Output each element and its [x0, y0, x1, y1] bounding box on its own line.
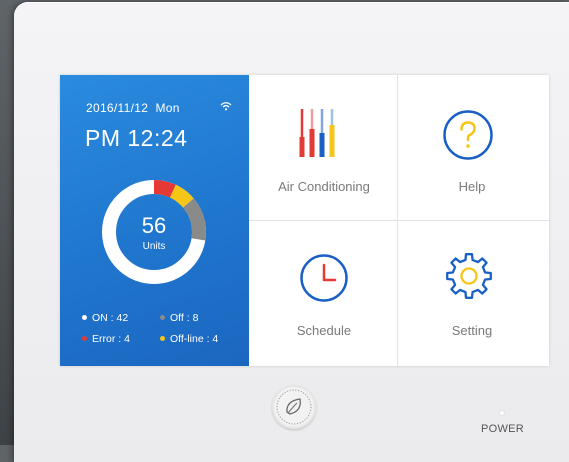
legend-dot-offline	[160, 336, 165, 341]
units-label: Units	[142, 241, 166, 252]
schedule-label: Schedule	[296, 323, 352, 338]
clock-icon	[300, 254, 348, 302]
weekday-text: Mon	[155, 101, 180, 115]
air-conditioning-icon	[299, 109, 335, 157]
air-conditioning-label: Air Conditioning	[278, 179, 370, 194]
schedule-tile[interactable]: Schedule	[249, 221, 399, 366]
help-label: Help	[458, 179, 486, 194]
air-conditioning-tile[interactable]: Air Conditioning	[249, 75, 399, 220]
touch-screen: 2016/11/12 Mon PM 12:24 56 Units ON : 42…	[60, 75, 549, 366]
date-text: 2016/11/12	[86, 101, 149, 115]
legend-dot-error	[82, 336, 87, 341]
legend-off: Off : 8	[160, 312, 198, 324]
power-indicator-led	[500, 411, 504, 415]
power-label: POWER	[481, 423, 525, 435]
clock-time: PM 12:24	[85, 125, 188, 151]
units-number: 56	[141, 213, 167, 238]
legend-offline: Off-line : 4	[160, 333, 218, 345]
legend-error: Error : 4	[82, 333, 130, 345]
setting-tile[interactable]: Setting	[397, 221, 547, 366]
home-button[interactable]	[272, 385, 316, 429]
legend-dot-on	[82, 315, 87, 320]
legend-error-label: Error : 4	[92, 333, 130, 345]
help-tile[interactable]: Help	[397, 75, 547, 220]
wifi-icon	[220, 102, 232, 111]
status-panel: 2016/11/12 Mon PM 12:24 56 Units ON : 42…	[60, 75, 249, 366]
legend-on: ON : 42	[82, 312, 128, 324]
help-icon	[443, 110, 493, 160]
legend-on-label: ON : 42	[92, 312, 129, 324]
legend-dot-off	[160, 315, 165, 320]
setting-label: Setting	[451, 323, 493, 338]
date-display: 2016/11/12 Mon	[86, 101, 180, 115]
legend-off-label: Off : 8	[170, 312, 199, 324]
gear-icon	[446, 253, 492, 299]
leaf-icon	[276, 389, 312, 425]
legend-offline-label: Off-line : 4	[170, 333, 219, 345]
